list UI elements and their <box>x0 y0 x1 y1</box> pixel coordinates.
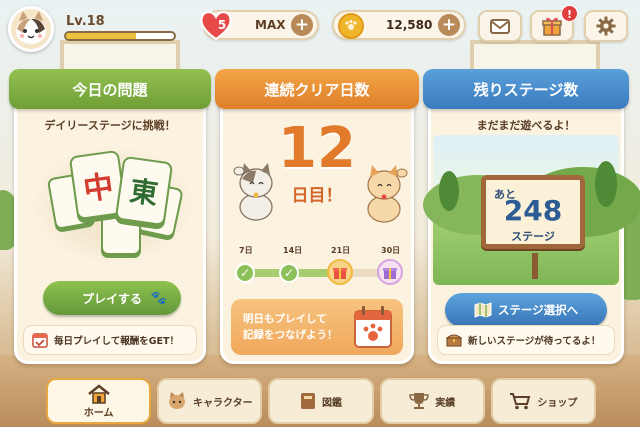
remaining-stage-count: 248 <box>503 194 563 227</box>
play-daily-label: プレイする <box>81 291 142 306</box>
mail-icon <box>490 18 510 34</box>
gift-icon <box>542 17 562 36</box>
calendar-check-icon <box>32 333 48 348</box>
coins-pill: 12,580 + <box>332 10 466 40</box>
milestone-label: 14日 <box>283 246 303 255</box>
home-icon <box>87 383 110 404</box>
milestone-check-icon: ✓ <box>279 263 299 283</box>
coin-icon <box>338 13 364 39</box>
level-progress-bar <box>64 31 176 41</box>
settings-button[interactable] <box>584 10 628 42</box>
nav-achievements-label: 実績 <box>435 397 456 409</box>
streak-message: 明日もプレイして 記録をつなげよう！ <box>243 311 338 343</box>
map-icon <box>474 302 492 318</box>
nav-achievements[interactable]: 実績 <box>379 378 485 424</box>
daily-title-text: 今日の問題 <box>72 80 148 99</box>
nav-shop[interactable]: ショップ <box>490 378 597 424</box>
player-level: Lv.18 <box>66 14 105 29</box>
remaining-stage-unit: ステージ <box>511 230 555 243</box>
stage-count-sign: あと 248 ステージ <box>481 175 585 249</box>
daily-title: 今日の問題 <box>9 69 211 109</box>
coins-count: 12,580 <box>386 18 433 32</box>
add-coins-button[interactable]: + <box>438 14 460 36</box>
cat-face-icon <box>169 392 185 409</box>
nav-shop-label: ショップ <box>537 397 578 409</box>
nav-character-label: キャラクター <box>193 397 253 409</box>
streak-title: 連続クリア日数 <box>215 69 419 109</box>
mahjong-tile-east: 東 <box>114 155 174 227</box>
player-avatar[interactable] <box>8 6 54 52</box>
hearts-pill: 5 MAX + <box>200 10 319 41</box>
nav-encyclopedia-label: 図鑑 <box>322 397 342 409</box>
nav-home[interactable]: ホーム <box>46 378 152 424</box>
remaining-subtitle: まだまだ遊べるよ！ <box>476 119 576 132</box>
daily-challenge-card: 今日の問題 デイリーステージに挑戦！ 中 東 プレイする 🐾 毎日プレイして報酬… <box>9 69 211 364</box>
play-daily-button[interactable]: プレイする 🐾 <box>43 281 181 315</box>
calendar-paw-icon <box>354 306 392 348</box>
treasure-chest-icon <box>446 334 462 347</box>
nav-home-label: ホーム <box>83 407 114 419</box>
paw-icon: 🐾 <box>150 290 167 306</box>
remaining-footer-text: 新しいステージが待ってるよ！ <box>468 336 601 347</box>
milestone-label: 7日 <box>239 246 253 255</box>
tree <box>439 171 459 211</box>
cat-avatar-icon <box>16 11 46 44</box>
streak-message-line1: 明日もプレイして <box>243 313 327 325</box>
remaining-title: 残りステージ数 <box>423 69 629 109</box>
book-icon <box>301 393 315 409</box>
trophy-icon <box>409 393 429 409</box>
remaining-stages-card: 残りステージ数 まだまだ遊べるよ！ あと 248 ステージ ステージ選択へ 新し… <box>423 69 640 364</box>
add-hearts-button[interactable]: + <box>291 14 313 36</box>
milestone-label: 30日 <box>381 246 401 255</box>
nav-character[interactable]: キャラクター <box>157 378 263 424</box>
remaining-footer: 新しいステージが待ってるよ！ <box>437 325 615 355</box>
remaining-title-text: 残りステージ数 <box>473 80 579 99</box>
tiles-illustration: 中 東 <box>31 145 195 265</box>
hearts-count: 5 <box>217 18 227 32</box>
mail-button[interactable] <box>478 10 522 42</box>
streak-card: 連続クリア日数 12 日目！ 7日 14日 21日 30日 ✓ ✓ 明日もプレイ… <box>215 69 419 364</box>
stage-select-label: ステージ選択へ <box>497 303 579 317</box>
daily-footer-text: 毎日プレイして報酬をGET！ <box>54 336 179 347</box>
milestone-gift-icon <box>377 259 403 285</box>
gear-icon <box>596 16 616 36</box>
tree <box>595 161 617 207</box>
nav-encyclopedia[interactable]: 図鑑 <box>268 378 374 424</box>
streak-message-line2: 記録をつなげよう！ <box>243 329 338 341</box>
level-progress-fill <box>66 33 137 39</box>
daily-subtitle: デイリーステージに挑戦！ <box>44 119 176 132</box>
streak-title-text: 連続クリア日数 <box>264 80 370 99</box>
hearts-status: MAX <box>255 18 286 32</box>
bottom-navigation: ホーム キャラクター 図鑑 実績 ショップ <box>46 378 597 427</box>
cat-right-icon <box>367 165 408 223</box>
shopping-cart-icon <box>510 393 531 410</box>
stage-select-button[interactable]: ステージ選択へ <box>445 293 607 327</box>
cat-left-icon <box>233 163 273 221</box>
gift-button[interactable]: ! <box>530 5 578 42</box>
gift-notification-badge: ! <box>561 5 578 22</box>
milestone-label: 21日 <box>331 246 351 255</box>
milestone-check-icon: ✓ <box>235 263 255 283</box>
streak-message-box: 明日もプレイして 記録をつなげよう！ <box>231 299 403 355</box>
milestone-gift-icon <box>327 259 353 285</box>
streak-progress-track <box>239 269 399 277</box>
sign-post <box>532 253 538 279</box>
daily-footer: 毎日プレイして報酬をGET！ <box>23 325 197 355</box>
